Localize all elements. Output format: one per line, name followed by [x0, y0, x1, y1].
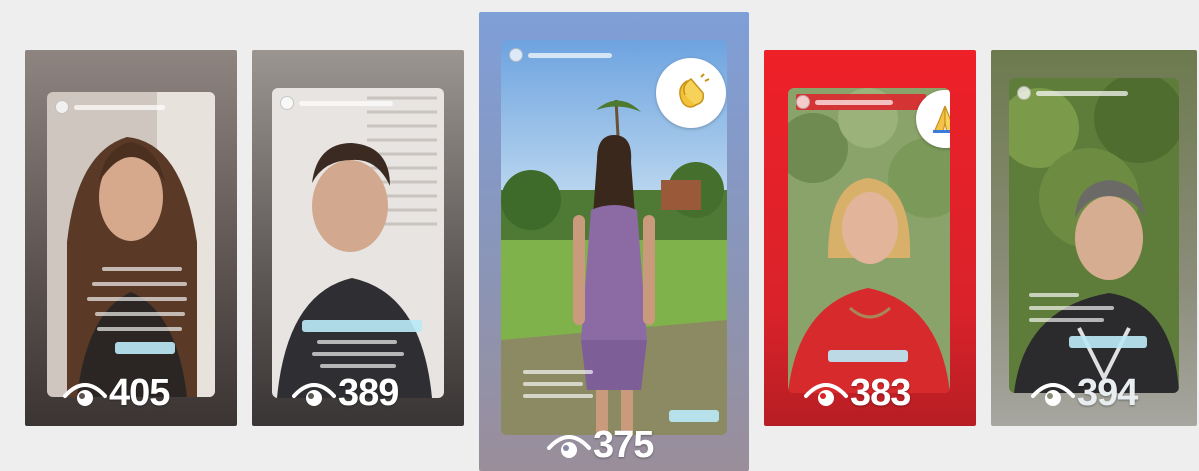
avatar	[509, 48, 523, 62]
view-count: 375	[547, 424, 654, 467]
story-card-1[interactable]: 405	[25, 50, 237, 426]
story-screen	[788, 88, 950, 393]
caption-line	[97, 327, 182, 331]
caption-line	[523, 382, 583, 386]
caption-line	[317, 340, 397, 344]
story-screen	[501, 40, 727, 435]
story-header	[796, 94, 926, 110]
story-card-5[interactable]: 394	[991, 50, 1197, 426]
caption-line	[523, 394, 593, 398]
mention-tag	[828, 350, 908, 362]
praying-hands-icon	[933, 105, 950, 133]
caption-line	[523, 370, 593, 374]
caption-line	[312, 352, 404, 356]
story-card-3[interactable]: 375	[479, 12, 749, 471]
username	[815, 99, 893, 105]
view-count-value: 405	[109, 372, 170, 414]
story-header	[55, 100, 207, 114]
caption-line	[1029, 293, 1079, 297]
eye-icon	[547, 434, 591, 458]
avatar	[1017, 86, 1031, 100]
mention-tag	[669, 410, 719, 422]
story-screen	[47, 92, 215, 397]
view-count: 394	[1031, 372, 1138, 415]
eye-icon	[804, 382, 848, 406]
story-screen	[272, 88, 444, 398]
avatar	[55, 100, 69, 114]
story-views-comparison: 405 389 375 383 394	[0, 0, 1199, 471]
reaction-sticker[interactable]	[656, 58, 726, 128]
story-screen	[1009, 78, 1179, 393]
view-count: 383	[804, 372, 911, 415]
eye-icon	[63, 382, 107, 406]
caption-line	[92, 282, 187, 286]
caption-line	[1029, 306, 1114, 310]
mention-tag	[302, 320, 422, 332]
caption-line	[102, 267, 182, 271]
mention-tag	[115, 342, 175, 354]
username	[1036, 90, 1129, 96]
mention-tag	[1069, 336, 1147, 348]
view-count: 405	[63, 372, 170, 415]
username	[74, 104, 166, 110]
story-card-4[interactable]: 383	[764, 50, 976, 426]
avatar	[796, 95, 810, 109]
eye-icon	[292, 382, 336, 406]
caption-line	[1029, 318, 1104, 322]
avatar	[280, 96, 294, 110]
view-count-value: 389	[338, 372, 399, 414]
view-count-value: 394	[1077, 372, 1138, 414]
view-count-value: 383	[850, 372, 911, 414]
view-count-value: 375	[593, 424, 654, 466]
caption-line	[95, 312, 185, 316]
clapping-hands-icon	[679, 73, 710, 108]
username	[528, 52, 612, 58]
eye-icon	[1031, 382, 1075, 406]
story-header	[280, 96, 436, 110]
caption-line	[87, 297, 187, 301]
caption-line	[320, 364, 396, 368]
story-card-2[interactable]: 389	[252, 50, 464, 426]
view-count: 389	[292, 372, 399, 415]
username	[299, 100, 393, 106]
story-header	[1017, 86, 1171, 100]
